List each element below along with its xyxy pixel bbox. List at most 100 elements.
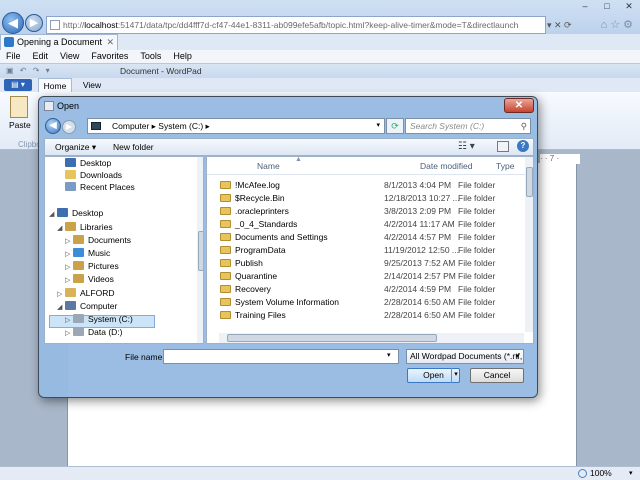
file-name-cell: ProgramData xyxy=(219,244,286,257)
address-tools[interactable]: ▾ ✕ ⟳ xyxy=(547,16,607,34)
preview-pane-icon[interactable] xyxy=(497,141,509,152)
help-icon[interactable]: ? xyxy=(517,140,529,152)
refresh-button[interactable]: ⟳ xyxy=(386,118,404,134)
tab-view[interactable]: View xyxy=(80,78,104,92)
column-type[interactable]: Type xyxy=(496,157,514,175)
nav-item[interactable]: ◢ Desktop xyxy=(49,207,103,219)
back-button[interactable]: ◀ xyxy=(2,12,24,34)
path-text[interactable]: Computer ▸ System (C:) ▸ xyxy=(112,121,210,131)
maximize-button[interactable]: □ xyxy=(596,0,618,14)
address-host: localhost xyxy=(84,20,118,30)
browser-tab[interactable]: Opening a Document ✕ xyxy=(0,34,118,50)
nav-item[interactable]: ▷ System (C:) xyxy=(65,313,133,325)
cancel-button[interactable]: Cancel xyxy=(470,368,524,383)
desktop-icon xyxy=(57,208,68,217)
home-star-gear-icons[interactable]: ⌂☆⚙ xyxy=(601,18,636,31)
quick-access-toolbar[interactable]: ▣ ↶ ↷ ▾ xyxy=(6,66,52,75)
wordpad-menu-button[interactable]: ▤ ▾ xyxy=(4,79,32,91)
folder-icon xyxy=(220,233,231,241)
file-name-cell: !McAfee.log xyxy=(219,179,280,192)
browser-toolbar: ◀ ▶ http://localhost:51471/data/tpc/dd4f… xyxy=(0,0,640,34)
dialog-close-button[interactable]: ✕ xyxy=(504,98,534,113)
menu-file[interactable]: File xyxy=(6,50,21,63)
status-bar: 100% ▾ xyxy=(0,466,640,480)
nav-item[interactable]: Recent Places xyxy=(57,181,135,193)
nav-item[interactable]: ▷ Documents xyxy=(65,234,131,246)
expand-twisty-icon[interactable]: ◢ xyxy=(57,223,65,235)
path-dropdown-icon[interactable]: ▾ xyxy=(376,119,380,133)
expand-twisty-icon[interactable]: ▷ xyxy=(65,275,73,287)
file-date-cell: 2/14/2014 2:57 PM xyxy=(384,271,456,281)
nav-item[interactable]: ▷ Pictures xyxy=(65,260,119,272)
nav-item[interactable]: ◢ Libraries xyxy=(57,221,113,233)
search-input[interactable]: Search System (C:) ⚲ xyxy=(405,118,531,134)
file-name-text: _0_4_Standards xyxy=(235,219,298,229)
nav-item[interactable]: ◢ Computer xyxy=(57,300,117,312)
open-split-arrow-icon[interactable]: ▾ xyxy=(451,368,460,383)
file-type-dropdown-icon[interactable]: ▾ xyxy=(515,350,519,363)
file-row[interactable]: !McAfee.log 8/1/2013 4:04 PM File folder xyxy=(219,179,524,192)
menu-favorites[interactable]: Favorites xyxy=(91,50,128,63)
expand-twisty-icon[interactable]: ◢ xyxy=(57,302,65,314)
paste-label[interactable]: Paste xyxy=(9,120,31,130)
dialog-back-button[interactable]: ◀ xyxy=(45,118,61,134)
path-bar[interactable]: Computer ▸ System (C:) ▸ ▾ xyxy=(87,118,385,134)
nav-item[interactable]: ▷ Data (D:) xyxy=(65,326,122,338)
music-icon xyxy=(73,248,84,257)
file-type-cell: File folder xyxy=(458,232,496,242)
paste-icon[interactable] xyxy=(10,96,28,118)
file-row[interactable]: Publish 9/25/2013 7:52 AM File folder xyxy=(219,257,524,270)
menu-tools[interactable]: Tools xyxy=(140,50,161,63)
nav-item[interactable]: Downloads xyxy=(57,169,122,181)
new-folder-button[interactable]: New folder xyxy=(113,139,154,155)
address-bar[interactable]: http://localhost:51471/data/tpc/dd4fff7d… xyxy=(46,16,546,34)
file-type-select[interactable]: All Wordpad Documents (*.rtf, ... ▾ xyxy=(406,349,524,364)
file-name-dropdown-icon[interactable]: ▾ xyxy=(387,351,391,359)
menu-help[interactable]: Help xyxy=(173,50,192,63)
library-icon xyxy=(73,235,84,244)
expand-twisty-icon[interactable]: ◢ xyxy=(49,209,57,221)
page-icon xyxy=(50,20,60,30)
organize-button[interactable]: Organize ▾ xyxy=(55,139,96,155)
nav-scroll-thumb[interactable] xyxy=(198,231,203,271)
file-type-cell: File folder xyxy=(458,245,496,255)
dialog-forward-button[interactable]: ▶ xyxy=(62,120,76,134)
file-date-cell: 2/28/2014 6:50 AM xyxy=(384,297,456,307)
folder-icon xyxy=(220,272,231,280)
file-row[interactable]: System Volume Information 2/28/2014 6:50 … xyxy=(219,296,524,309)
zoom-dropdown-icon[interactable]: ▾ xyxy=(629,467,633,480)
search-icon[interactable]: ⚲ xyxy=(521,119,527,133)
forward-button[interactable]: ▶ xyxy=(25,14,43,32)
menu-view[interactable]: View xyxy=(60,50,79,63)
file-row[interactable]: Quarantine 2/14/2014 2:57 PM File folder xyxy=(219,270,524,283)
column-name[interactable]: Name xyxy=(257,157,280,175)
wordpad-title: Document - WordPad xyxy=(120,66,202,76)
zoom-level[interactable]: 100% xyxy=(590,467,612,480)
file-row[interactable]: Training Files 2/28/2014 6:50 AM File fold… xyxy=(219,309,524,322)
file-hscroll-thumb[interactable] xyxy=(227,334,437,342)
nav-item-label: Desktop xyxy=(72,208,104,218)
file-name-input[interactable] xyxy=(163,349,399,364)
nav-item[interactable]: ▷ Music xyxy=(65,247,110,259)
close-button[interactable]: ✕ xyxy=(618,0,640,14)
file-vscroll-thumb[interactable] xyxy=(526,167,533,197)
nav-item[interactable]: ▷ Videos xyxy=(65,273,114,285)
tab-home[interactable]: Home xyxy=(38,78,72,92)
minimize-button[interactable]: – xyxy=(574,0,596,14)
file-row[interactable]: .oracleprinters 3/8/2013 2:09 PM File fold… xyxy=(219,205,524,218)
nav-item[interactable]: Desktop xyxy=(57,157,111,169)
tab-close-icon[interactable]: ✕ xyxy=(106,35,114,49)
tab-label: Opening a Document xyxy=(17,37,103,47)
file-row[interactable]: Documents and Settings 4/2/2014 4:57 PM Fi… xyxy=(219,231,524,244)
file-row[interactable]: Recovery 4/2/2014 4:59 PM File folder xyxy=(219,283,524,296)
file-name-label: File name: xyxy=(125,352,165,362)
expand-twisty-icon[interactable]: ▷ xyxy=(65,328,73,340)
column-date[interactable]: Date modified xyxy=(420,157,472,175)
nav-item[interactable]: ▷ ALFORD xyxy=(57,287,114,299)
file-name-text: Publish xyxy=(235,258,263,268)
menu-edit[interactable]: Edit xyxy=(33,50,49,63)
file-row[interactable]: ProgramData 11/19/2012 12:50 ... File fold… xyxy=(219,244,524,257)
file-row[interactable]: $Recycle.Bin 12/18/2013 10:27 ... File fol… xyxy=(219,192,524,205)
file-row[interactable]: _0_4_Standards 4/2/2014 11:17 AM File fold… xyxy=(219,218,524,231)
view-options-icon[interactable]: ☷ ▾ xyxy=(458,139,475,155)
